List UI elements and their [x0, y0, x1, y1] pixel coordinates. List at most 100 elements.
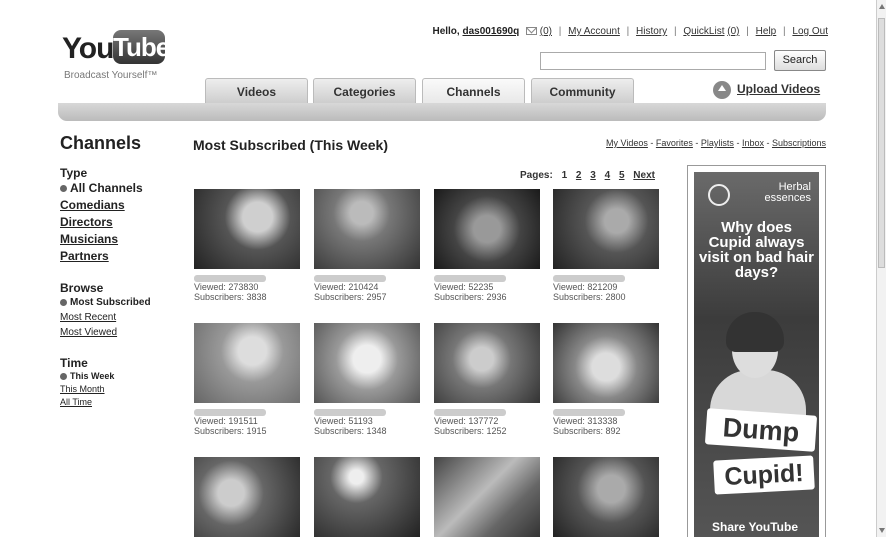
pagination: Pages: 1 2 3 4 5 Next	[520, 170, 655, 181]
type-comedians[interactable]: Comedians	[60, 197, 175, 214]
channel-thumbnail[interactable]	[553, 189, 659, 269]
channel-subscribers: Subscribers: 1915	[194, 426, 267, 436]
tab-community[interactable]: Community	[531, 78, 634, 104]
scroll-down-icon[interactable]	[879, 528, 885, 533]
time-filter: Time This Week This Month All Time	[60, 356, 175, 409]
my-account-link[interactable]: My Account	[568, 26, 620, 37]
mail-icon[interactable]	[525, 27, 537, 36]
favorites-link[interactable]: Favorites	[656, 138, 693, 148]
username-link[interactable]: das001690q	[462, 26, 519, 37]
channel-card: Viewed: 52235 Subscribers: 2936	[434, 189, 544, 302]
type-partners[interactable]: Partners	[60, 248, 175, 265]
channel-subscribers: Subscribers: 2800	[553, 292, 626, 302]
channel-filter-sidebar: Type All Channels Comedians Directors Mu…	[60, 166, 175, 425]
channel-thumbnail[interactable]	[434, 457, 540, 537]
channel-name-blurred[interactable]	[194, 409, 266, 416]
channel-card	[194, 457, 304, 537]
page-4[interactable]: 4	[605, 170, 611, 181]
logout-link[interactable]: Log Out	[792, 26, 828, 37]
channel-card	[434, 457, 544, 537]
time-this-month[interactable]: This Month	[60, 383, 175, 396]
history-link[interactable]: History	[636, 26, 667, 37]
channel-subscribers: Subscribers: 3838	[194, 292, 267, 302]
browse-filter: Browse Most Subscribed Most Recent Most …	[60, 281, 175, 340]
page-1: 1	[561, 170, 568, 181]
advertisement[interactable]: Herbal essences Why does Cupid always vi…	[687, 165, 826, 537]
inbox-link[interactable]: Inbox	[742, 138, 764, 148]
ad-banner: Herbal essences Why does Cupid always vi…	[694, 172, 819, 537]
scroll-up-icon[interactable]	[879, 4, 885, 9]
channel-thumbnail[interactable]	[314, 189, 420, 269]
channel-thumbnail[interactable]	[194, 457, 300, 537]
channel-viewed: Viewed: 52235	[434, 282, 494, 292]
browse-most-viewed[interactable]: Most Viewed	[60, 325, 175, 340]
tab-channels[interactable]: Channels	[422, 78, 525, 104]
upload-label: Upload Videos	[737, 82, 821, 97]
nav-bar	[58, 103, 826, 121]
logo-tagline: Broadcast Yourself™	[64, 70, 158, 81]
type-filter: Type All Channels Comedians Directors Mu…	[60, 166, 175, 265]
channel-subscribers: Subscribers: 2936	[434, 292, 507, 302]
type-all-channels[interactable]: All Channels	[60, 180, 175, 197]
pages-label: Pages:	[520, 170, 553, 181]
browse-most-subscribed[interactable]: Most Subscribed	[60, 295, 175, 310]
upload-videos-link[interactable]: Upload Videos	[713, 81, 820, 99]
channel-name-blurred[interactable]	[314, 409, 386, 416]
channel-viewed: Viewed: 51193	[314, 416, 373, 426]
time-this-week[interactable]: This Week	[60, 370, 175, 383]
channel-thumbnail[interactable]	[434, 189, 540, 269]
browse-heading: Browse	[60, 281, 104, 295]
account-sub-links: My Videos - Favorites - Playlists - Inbo…	[606, 138, 826, 148]
channel-name-blurred[interactable]	[314, 275, 386, 282]
quicklist-count[interactable]: (0)	[727, 26, 739, 37]
selected-bullet-icon	[60, 298, 67, 306]
page-2[interactable]: 2	[576, 170, 582, 181]
channel-thumbnail[interactable]	[553, 323, 659, 403]
tab-videos[interactable]: Videos	[205, 78, 308, 104]
section-title: Most Subscribed (This Week)	[193, 137, 388, 153]
subscriptions-link[interactable]: Subscriptions	[772, 138, 826, 148]
channel-thumbnail[interactable]	[434, 323, 540, 403]
ad-headline: Why does Cupid always visit on bad hair …	[698, 219, 815, 281]
tab-categories[interactable]: Categories	[313, 78, 416, 104]
channel-thumbnail[interactable]	[314, 323, 420, 403]
ad-cta-cupid: Cupid!	[713, 455, 815, 495]
vertical-scrollbar[interactable]	[876, 0, 886, 537]
browse-most-recent[interactable]: Most Recent	[60, 310, 175, 325]
channel-thumbnail[interactable]	[194, 189, 300, 269]
search-button[interactable]: Search	[774, 50, 826, 71]
channel-name-blurred[interactable]	[434, 275, 506, 282]
ad-share: Share YouTube	[712, 520, 799, 534]
type-musicians[interactable]: Musicians	[60, 231, 175, 248]
selected-bullet-icon	[60, 373, 67, 381]
channel-card: Viewed: 313338 Subscribers: 892	[553, 323, 663, 436]
ad-person-image	[704, 312, 814, 430]
channel-card: Viewed: 273830 Subscribers: 3838	[194, 189, 304, 302]
channel-thumbnail[interactable]	[194, 323, 300, 403]
inbox-count-link[interactable]: (0)	[540, 26, 552, 37]
channel-thumbnail[interactable]	[553, 457, 659, 537]
page-5[interactable]: 5	[619, 170, 625, 181]
my-videos-link[interactable]: My Videos	[606, 138, 648, 148]
logo-you: You	[62, 32, 114, 65]
quicklist-link[interactable]: QuickList	[683, 26, 724, 37]
search-input[interactable]	[540, 52, 766, 70]
youtube-logo[interactable]: You Tube Broadcast Yourself™	[58, 28, 178, 88]
page-3[interactable]: 3	[590, 170, 596, 181]
channel-card: Viewed: 51193 Subscribers: 1348	[314, 323, 424, 436]
scroll-thumb[interactable]	[878, 18, 885, 268]
ad-brand: Herbal essences	[764, 181, 811, 204]
channel-thumbnail[interactable]	[314, 457, 420, 537]
channel-name-blurred[interactable]	[194, 275, 266, 282]
channel-card: Viewed: 821209 Subscribers: 2800	[553, 189, 663, 302]
type-directors[interactable]: Directors	[60, 214, 175, 231]
hello-label: Hello,	[432, 26, 460, 37]
channel-name-blurred[interactable]	[553, 409, 625, 416]
channel-viewed: Viewed: 210424	[314, 282, 379, 292]
help-link[interactable]: Help	[756, 26, 777, 37]
next-page-link[interactable]: Next	[633, 170, 655, 181]
channel-name-blurred[interactable]	[553, 275, 625, 282]
channel-name-blurred[interactable]	[434, 409, 506, 416]
time-all-time[interactable]: All Time	[60, 396, 175, 409]
playlists-link[interactable]: Playlists	[701, 138, 734, 148]
